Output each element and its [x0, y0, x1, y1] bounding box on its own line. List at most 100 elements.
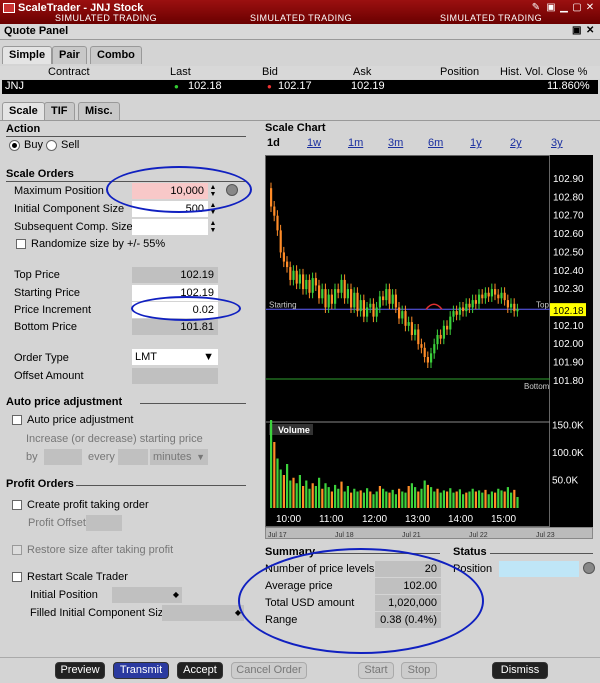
quote-row[interactable]: JNJ ● 102.18 ● 102.17 102.19 11.860%	[2, 80, 598, 94]
volume-bar	[286, 464, 289, 508]
info-icon[interactable]	[583, 562, 595, 574]
sell-radio[interactable]	[46, 140, 57, 151]
subseq-stepper[interactable]: ▲ ▼	[208, 220, 218, 234]
volume-bar	[382, 488, 385, 508]
dismiss-button[interactable]: Dismiss	[492, 662, 548, 679]
unit-select[interactable]: minutes ▼	[150, 449, 208, 465]
volume-bar	[510, 492, 513, 508]
candle-body	[314, 278, 317, 286]
candle-body	[414, 329, 417, 335]
start-button[interactable]: Start	[358, 662, 394, 679]
candle-body	[295, 270, 298, 284]
date-tick-label: Jul 17	[268, 532, 287, 539]
range-6m[interactable]: 6m	[428, 137, 443, 149]
subseq-input[interactable]	[132, 219, 208, 235]
candle-body	[407, 322, 410, 326]
tick-down-icon: ●	[267, 82, 272, 91]
cancel-order-button[interactable]: Cancel Order	[231, 662, 307, 679]
profit-offset-input[interactable]	[86, 515, 122, 531]
filled-select[interactable]: ◆	[162, 605, 244, 621]
chart-scrollbar[interactable]: Jul 17 Jul 18 Jul 21 Jul 22 Jul 23	[265, 527, 593, 539]
minimize-icon[interactable]: ▁	[558, 2, 570, 14]
maximize-icon[interactable]: ▢	[571, 2, 583, 14]
profit-checkbox[interactable]	[12, 500, 22, 510]
restart-checkbox[interactable]	[12, 572, 22, 582]
lock-icon[interactable]: ▣	[545, 2, 557, 14]
auto-adj-checkbox[interactable]	[12, 415, 22, 425]
top-label: Top	[536, 300, 549, 309]
volume-bar	[503, 491, 506, 508]
annotation-circle	[131, 296, 241, 321]
divider	[76, 485, 246, 486]
tab-scale[interactable]: Scale	[2, 102, 45, 120]
volume-bar	[308, 488, 311, 508]
range-3y[interactable]: 3y	[551, 137, 563, 149]
quote-symbol: JNJ	[5, 80, 24, 92]
by-input[interactable]	[44, 449, 82, 465]
date-axis-canvas: Jul 17 Jul 18 Jul 21 Jul 22 Jul 23	[268, 532, 555, 539]
candle-body	[516, 309, 519, 312]
quote-ask: 102.19	[351, 80, 385, 92]
price-axis-canvas: 102.90 102.80 102.70 102.60 102.50 102.40 102.…	[550, 174, 586, 487]
volume-bar	[279, 469, 282, 508]
accept-button[interactable]: Accept	[177, 662, 223, 679]
range-2y[interactable]: 2y	[510, 137, 522, 149]
tab-pair[interactable]: Pair	[52, 46, 87, 64]
volume-bar	[340, 481, 343, 508]
order-type-select[interactable]: LMT ▼	[132, 349, 218, 365]
tab-combo[interactable]: Combo	[90, 46, 142, 64]
candle-body	[484, 292, 487, 299]
init-pos-select[interactable]: ◆	[112, 587, 182, 603]
scale-chart[interactable]: Starting Top Bottom Volume 10:00 11:00 12:00 13…	[265, 155, 551, 527]
range-1y[interactable]: 1y	[470, 137, 482, 149]
candle-body	[452, 311, 455, 317]
restore-checkbox[interactable]	[12, 545, 22, 555]
every-input[interactable]	[118, 449, 148, 465]
volume-tick-label: 150.0K	[552, 421, 584, 432]
top-price-label: Top Price	[14, 269, 60, 281]
volume-bar	[490, 491, 493, 508]
range-1w[interactable]: 1w	[307, 137, 321, 149]
candle-body	[292, 270, 295, 280]
panel-close-icon[interactable]: ✕	[586, 25, 594, 36]
candle-body	[362, 300, 365, 317]
tab-simple[interactable]: Simple	[2, 46, 53, 64]
volume-bar	[372, 494, 375, 508]
volume-bar	[311, 483, 314, 508]
range-1m[interactable]: 1m	[348, 137, 363, 149]
range-1d[interactable]: 1d	[267, 137, 280, 149]
candle-body	[423, 347, 426, 357]
init-comp-label: Initial Component Size	[14, 203, 125, 215]
preview-button[interactable]: Preview	[55, 662, 105, 679]
status-position-value	[499, 561, 579, 577]
candle-body	[433, 344, 436, 354]
close-icon[interactable]: ✕	[584, 2, 596, 14]
volume-bar	[362, 492, 365, 508]
app-icon	[3, 3, 15, 13]
tab-tif[interactable]: TIF	[44, 102, 75, 120]
candle-body	[369, 303, 372, 308]
price-tick-label: 102.30	[553, 284, 584, 295]
candle-body	[327, 294, 330, 308]
price-tick-label: 102.50	[553, 247, 584, 258]
quote-bid: 102.17	[278, 80, 312, 92]
candle-body	[311, 278, 314, 293]
volume-bar	[346, 486, 349, 508]
time-tick-label: 12:00	[362, 514, 387, 525]
stop-button[interactable]: Stop	[401, 662, 437, 679]
range-3m[interactable]: 3m	[388, 137, 403, 149]
col-contract: Contract	[48, 66, 90, 78]
randomize-checkbox[interactable]	[16, 239, 26, 249]
panel-options-icon[interactable]: ▣	[572, 25, 581, 36]
buy-radio[interactable]	[9, 140, 20, 151]
volume-bar	[446, 491, 449, 508]
divider	[6, 136, 246, 137]
offset-input[interactable]	[132, 368, 218, 384]
volume-bar	[484, 489, 487, 508]
order-type-label: Order Type	[14, 352, 69, 364]
tab-misc[interactable]: Misc.	[78, 102, 120, 120]
wrench-icon[interactable]: ✎	[530, 2, 542, 14]
candle-body	[436, 334, 439, 345]
volume-bar	[494, 492, 497, 508]
transmit-button[interactable]: Transmit	[113, 662, 169, 679]
